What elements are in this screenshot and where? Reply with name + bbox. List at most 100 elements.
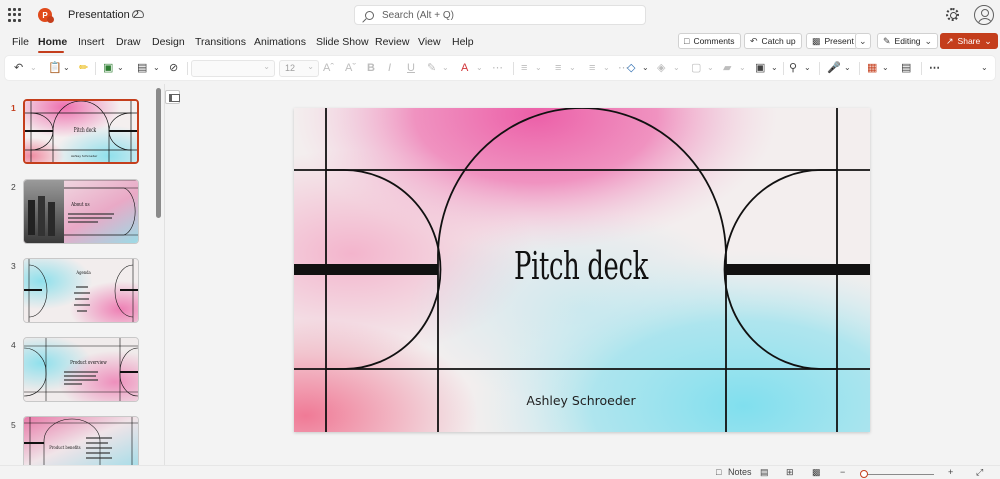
- zoom-in-icon[interactable]: +: [948, 467, 953, 477]
- undo-icon[interactable]: ↶: [14, 61, 23, 75]
- font-color-icon[interactable]: A: [461, 61, 468, 75]
- active-tab-indicator: [38, 51, 64, 53]
- comments-button[interactable]: □ Comments: [678, 33, 741, 49]
- tab-review[interactable]: Review: [375, 36, 409, 48]
- slide-sorter-icon[interactable]: ⊞: [786, 467, 794, 478]
- search-input[interactable]: Search (Alt + Q): [354, 5, 646, 25]
- designer-icon[interactable]: ▣: [755, 61, 765, 75]
- fit-to-window-icon[interactable]: ⤢: [976, 467, 983, 478]
- shapes-dropdown-icon[interactable]: ⌄: [642, 61, 649, 75]
- tab-view[interactable]: View: [418, 36, 441, 48]
- align-icon[interactable]: ≡: [589, 61, 595, 75]
- present-dropdown[interactable]: ⌄: [855, 33, 871, 49]
- tab-file[interactable]: File: [12, 36, 29, 48]
- tab-draw[interactable]: Draw: [116, 36, 141, 48]
- font-size-select[interactable]: 12 ⌄: [279, 60, 319, 77]
- thumbnail-text-line: [77, 310, 87, 312]
- tab-design[interactable]: Design: [152, 36, 185, 48]
- slide-number: 4: [11, 340, 16, 350]
- arrange-dropdown-icon[interactable]: ⌄: [739, 61, 746, 75]
- layout-icon[interactable]: ▤: [137, 61, 147, 75]
- bullets-dropdown-icon[interactable]: ⌄: [535, 61, 542, 75]
- slide-thumbnail-1[interactable]: Pitch deck Ashley Schroeder: [23, 99, 139, 164]
- tab-insert[interactable]: Insert: [78, 36, 104, 48]
- tab-help[interactable]: Help: [452, 36, 474, 48]
- ribbon-expand-icon[interactable]: ⌄: [981, 61, 988, 75]
- find-icon[interactable]: ⚲: [789, 61, 797, 75]
- zoom-slider-thumb[interactable]: [860, 470, 868, 478]
- zoom-slider[interactable]: [862, 474, 934, 475]
- slide-thumbnail-5[interactable]: Product benefits: [23, 416, 139, 465]
- zoom-out-icon[interactable]: −: [840, 467, 845, 477]
- document-title[interactable]: Presentation 2: [68, 9, 139, 21]
- more-options-icon[interactable]: ⋯: [929, 61, 940, 75]
- shape-fill-icon[interactable]: ◈: [657, 61, 665, 75]
- designer-ideas-icon[interactable]: ▦: [867, 61, 877, 75]
- decrease-font-icon[interactable]: Aˇ: [345, 61, 356, 75]
- thumbnail-text-line: [68, 213, 114, 215]
- thumbnail-title: About us: [71, 202, 90, 208]
- slide-title[interactable]: Pitch deck: [385, 244, 777, 288]
- layout-dropdown-icon[interactable]: ⌄: [153, 61, 160, 75]
- hide-slide-icon[interactable]: ⊘: [169, 61, 178, 75]
- italic-icon[interactable]: I: [388, 61, 391, 75]
- editing-mode-button[interactable]: ✎ Editing ⌄: [877, 33, 939, 49]
- account-avatar[interactable]: [974, 5, 994, 25]
- notes-icon[interactable]: □: [716, 467, 721, 477]
- increase-font-icon[interactable]: Aˆ: [323, 61, 334, 75]
- font-family-select[interactable]: ⌄: [191, 60, 275, 77]
- find-dropdown-icon[interactable]: ⌄: [804, 61, 811, 75]
- settings-gear-icon[interactable]: [946, 8, 959, 21]
- comments-label: Comments: [693, 36, 735, 46]
- tab-animations[interactable]: Animations: [254, 36, 306, 48]
- thumbnail-title: Product overview: [70, 360, 107, 366]
- notes-button[interactable]: Notes: [728, 467, 752, 477]
- present-button[interactable]: ▩ Present: [806, 33, 858, 49]
- numbering-icon[interactable]: ≡: [555, 61, 561, 75]
- reading-view-icon[interactable]: ▩: [812, 467, 821, 478]
- paste-icon[interactable]: 📋: [48, 61, 62, 75]
- align-dropdown-icon[interactable]: ⌄: [603, 61, 610, 75]
- app-launcher-icon[interactable]: [8, 8, 22, 22]
- new-slide-icon[interactable]: ▣: [103, 61, 113, 75]
- slide-thumbnail-2[interactable]: About us: [23, 179, 139, 244]
- picture-dropdown-icon[interactable]: ⌄: [707, 61, 714, 75]
- normal-view-icon[interactable]: ▤: [760, 467, 769, 478]
- thumbnail-text-line: [74, 304, 90, 306]
- designer-dropdown-icon[interactable]: ⌄: [771, 61, 778, 75]
- present-label: Present: [824, 36, 854, 46]
- thumbnail-text-line: [86, 452, 110, 454]
- more-font-options-icon[interactable]: ⋯: [492, 61, 503, 75]
- font-color-dropdown-icon[interactable]: ⌄: [476, 61, 483, 75]
- tab-home[interactable]: Home: [38, 36, 67, 48]
- paste-dropdown-icon[interactable]: ⌄: [63, 61, 70, 75]
- tab-transitions[interactable]: Transitions: [195, 36, 246, 48]
- share-button[interactable]: ↗ Share ⌄: [940, 33, 998, 49]
- toggle-thumbnails-button[interactable]: [165, 90, 180, 104]
- shape-fill-dropdown-icon[interactable]: ⌄: [673, 61, 680, 75]
- highlight-dropdown-icon[interactable]: ⌄: [442, 61, 449, 75]
- catch-up-button[interactable]: ↶ Catch up: [744, 33, 802, 49]
- format-painter-icon[interactable]: ✏: [79, 61, 88, 75]
- designer-ideas-dropdown-icon[interactable]: ⌄: [882, 61, 889, 75]
- underline-icon[interactable]: U: [407, 61, 415, 75]
- bold-icon[interactable]: B: [367, 61, 375, 75]
- dictate-dropdown-icon[interactable]: ⌄: [844, 61, 851, 75]
- thumbnails-scrollbar[interactable]: [156, 88, 161, 218]
- picture-icon[interactable]: ▢: [691, 61, 701, 75]
- undo-dropdown-icon[interactable]: ⌄: [30, 61, 37, 75]
- bullets-icon[interactable]: ≡: [521, 61, 527, 75]
- tab-slide-show[interactable]: Slide Show: [316, 36, 369, 48]
- shapes-icon[interactable]: ◇: [627, 61, 635, 75]
- slide-subtitle[interactable]: Ashley Schroeder: [293, 393, 869, 408]
- arrange-icon[interactable]: ▰: [723, 61, 731, 75]
- new-slide-dropdown-icon[interactable]: ⌄: [117, 61, 124, 75]
- dictate-icon[interactable]: 🎤: [827, 61, 841, 75]
- slide-thumbnail-3[interactable]: Agenda: [23, 258, 139, 323]
- thumbnail-2-artwork: [24, 180, 138, 243]
- chevron-down-icon: ⌄: [984, 35, 992, 46]
- highlight-icon[interactable]: ✎: [427, 61, 436, 75]
- slide-thumbnail-4[interactable]: Product overview: [23, 337, 139, 402]
- add-in-icon[interactable]: ▤: [901, 61, 911, 75]
- numbering-dropdown-icon[interactable]: ⌄: [569, 61, 576, 75]
